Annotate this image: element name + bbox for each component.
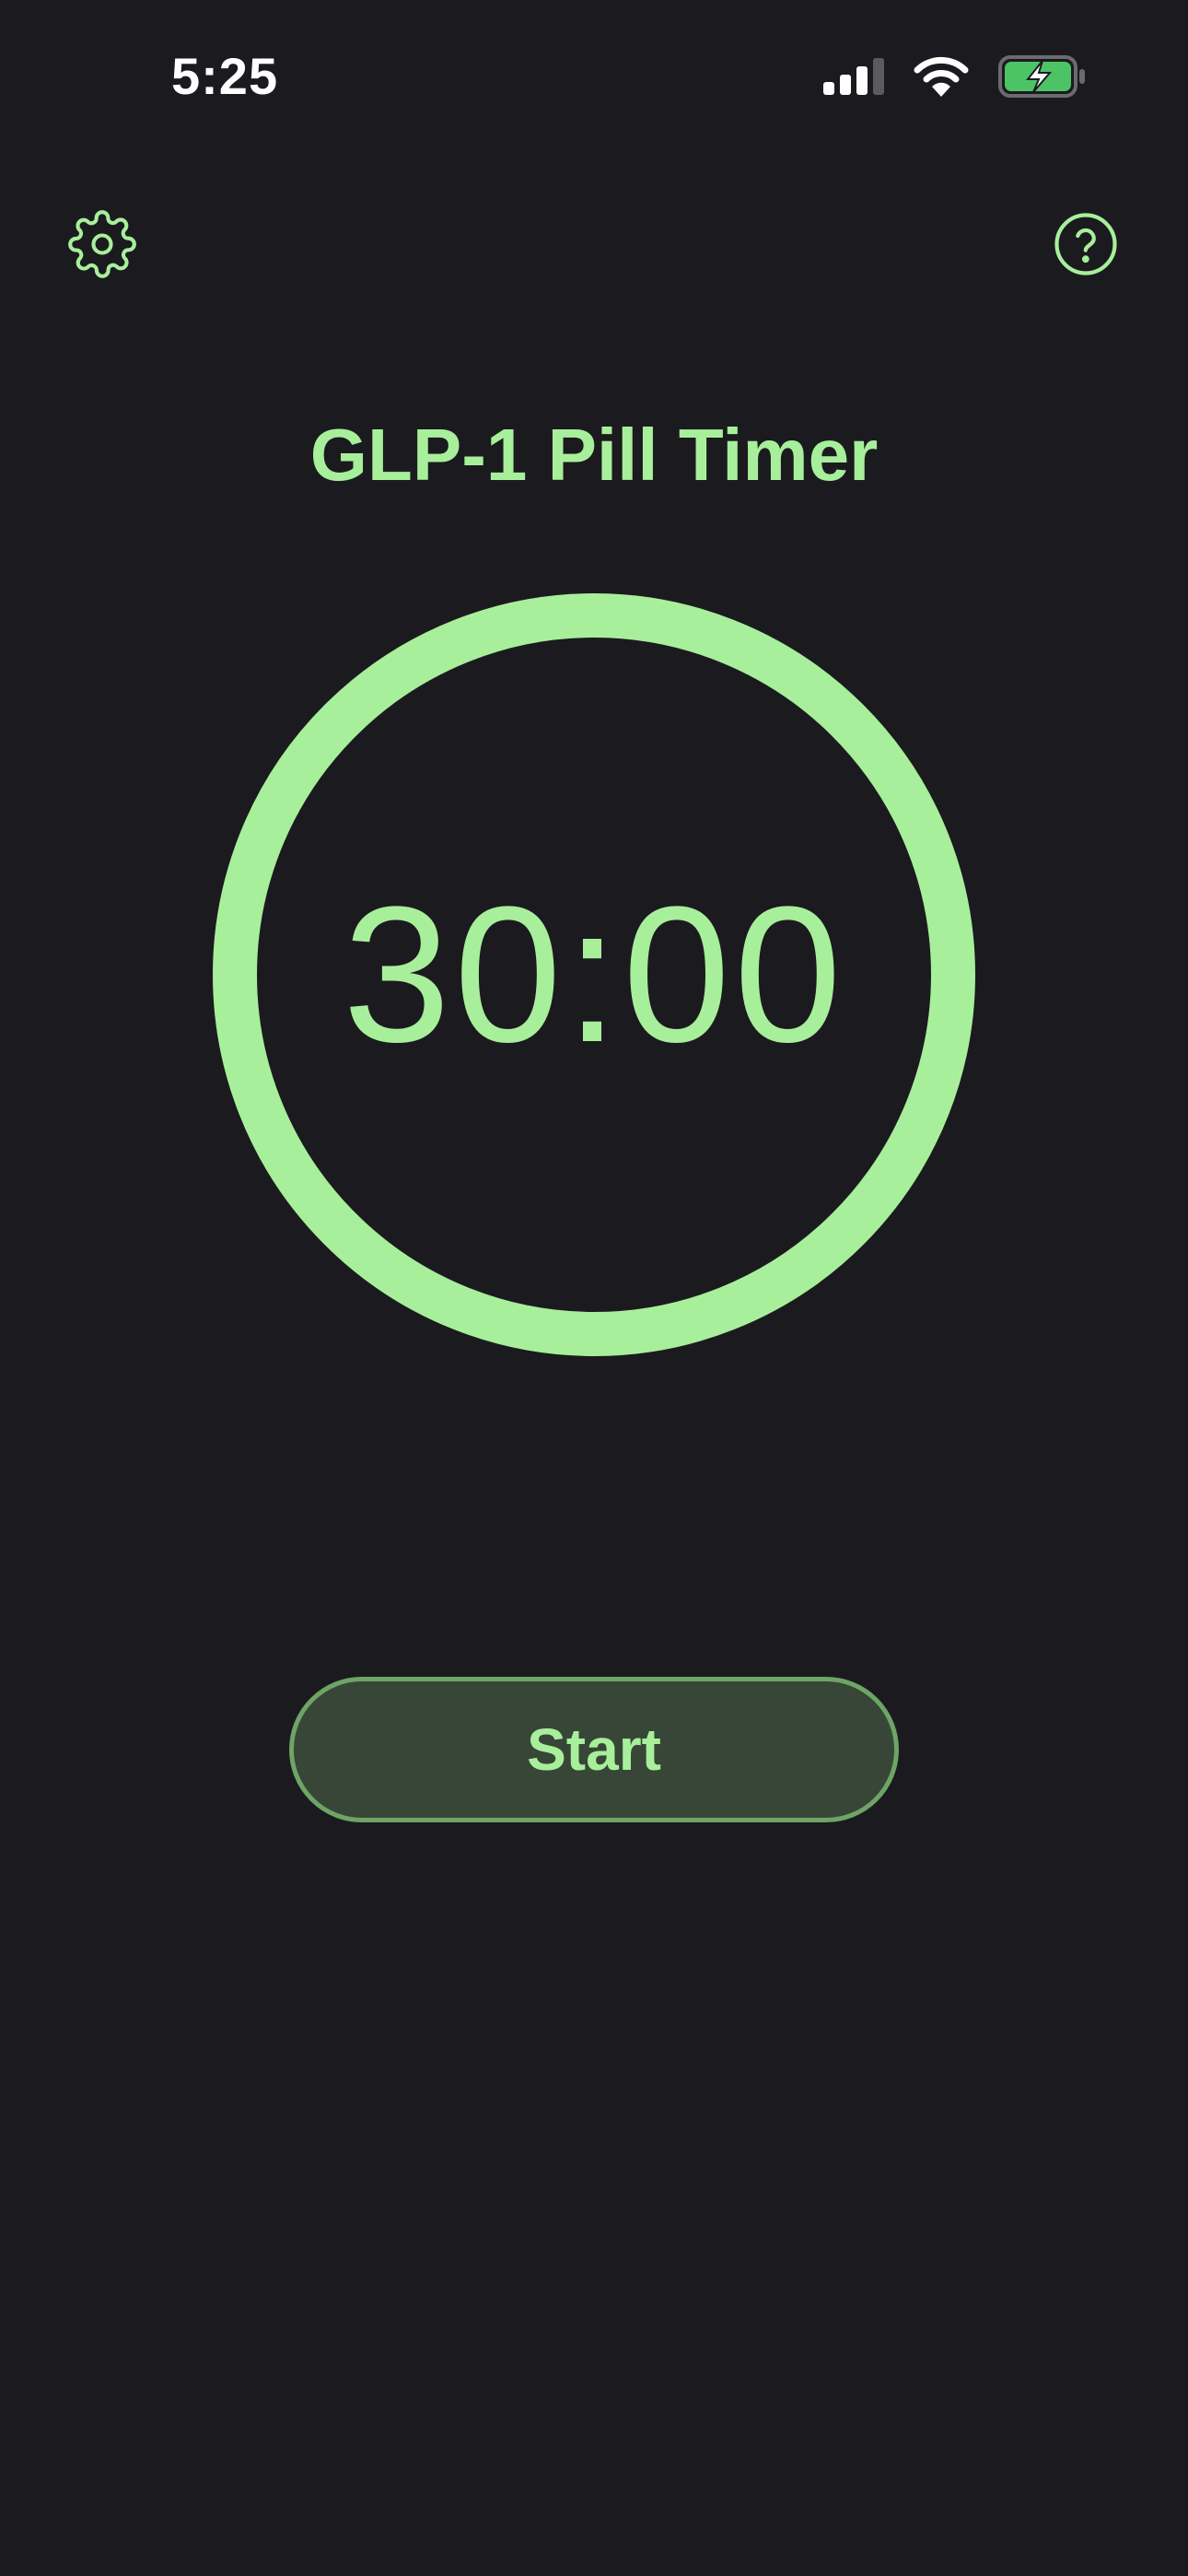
status-time: 5:25 (171, 47, 279, 105)
settings-button[interactable] (61, 203, 144, 286)
start-button[interactable]: Start (289, 1677, 899, 1822)
help-button[interactable] (1044, 203, 1127, 286)
timer-display: 30:00 (343, 866, 845, 1083)
status-bar: 5:25 (0, 0, 1188, 157)
page-title: GLP-1 Pill Timer (309, 414, 879, 496)
gear-icon (68, 210, 136, 278)
wifi-icon (914, 56, 969, 97)
cellular-signal-icon (823, 58, 884, 95)
battery-charging-icon (998, 55, 1085, 98)
status-icons (823, 55, 1087, 98)
question-circle-icon (1054, 213, 1117, 275)
